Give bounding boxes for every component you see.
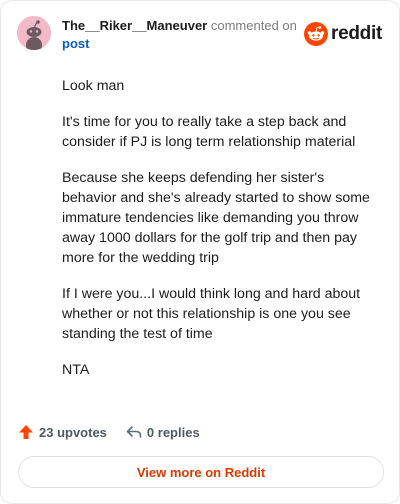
reply-count: 0 replies	[146, 424, 200, 440]
user-avatar[interactable]	[17, 16, 51, 50]
comment-body: Look man It's time for you to really tak…	[62, 76, 380, 396]
upvote-arrow-icon	[19, 425, 33, 439]
commented-on-text: commented on	[210, 18, 297, 33]
reply-arrow-icon	[126, 426, 142, 438]
comment-paragraph: It's time for you to really take a step …	[62, 114, 356, 150]
embedded-comment-card: The__Riker__Maneuver commented on post r…	[0, 0, 400, 504]
comment-paragraph: Look man	[62, 78, 125, 94]
replies-button[interactable]: 0 replies	[126, 424, 200, 440]
comment-paragraph: Because she keeps defending her sister's…	[62, 170, 370, 266]
reddit-logo-icon	[304, 22, 329, 46]
reddit-wordmark: reddit	[331, 23, 382, 44]
author-username[interactable]: The__Riker__Maneuver	[62, 18, 207, 33]
comment-actions: 23 upvotes 0 replies	[18, 422, 219, 442]
reddit-logo[interactable]: reddit	[304, 22, 382, 46]
comment-paragraph: NTA	[62, 362, 90, 378]
reddit-snoo-avatar-icon	[17, 16, 51, 50]
upvote-count: 23 upvotes	[39, 424, 107, 440]
comment-author-line: The__Riker__Maneuver commented on post	[62, 17, 302, 53]
view-more-on-reddit-button[interactable]: View more on Reddit	[18, 456, 384, 488]
post-link[interactable]: post	[62, 35, 302, 53]
upvote-button[interactable]: 23 upvotes	[18, 424, 107, 440]
comment-paragraph: If I were you...I would think long and h…	[62, 286, 361, 342]
